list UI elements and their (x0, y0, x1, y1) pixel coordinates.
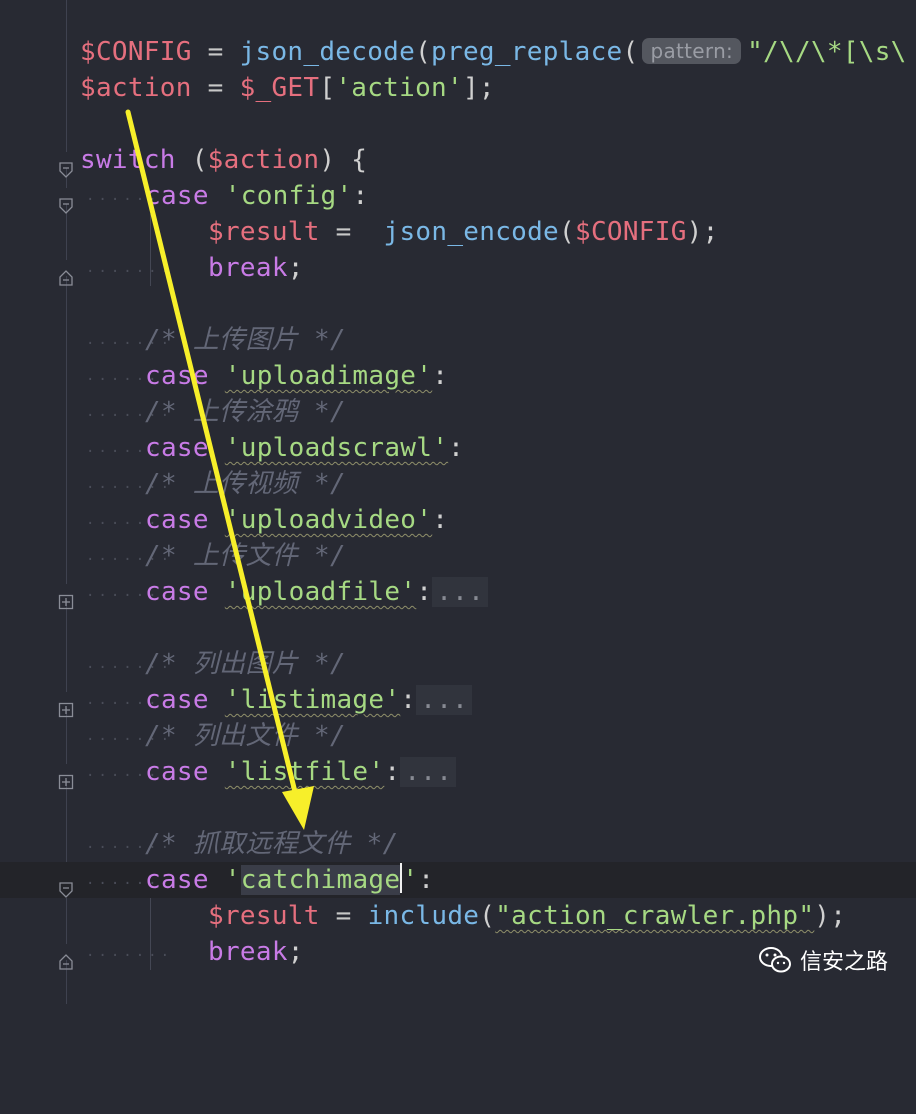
arrow-shaft (125, 109, 299, 799)
watermark-text: 信安之路 (799, 950, 888, 975)
annotation-arrow (125, 109, 314, 830)
wechat-icon (758, 947, 791, 973)
watermark: 信安之路 (758, 944, 888, 976)
arrow-head (282, 786, 314, 830)
